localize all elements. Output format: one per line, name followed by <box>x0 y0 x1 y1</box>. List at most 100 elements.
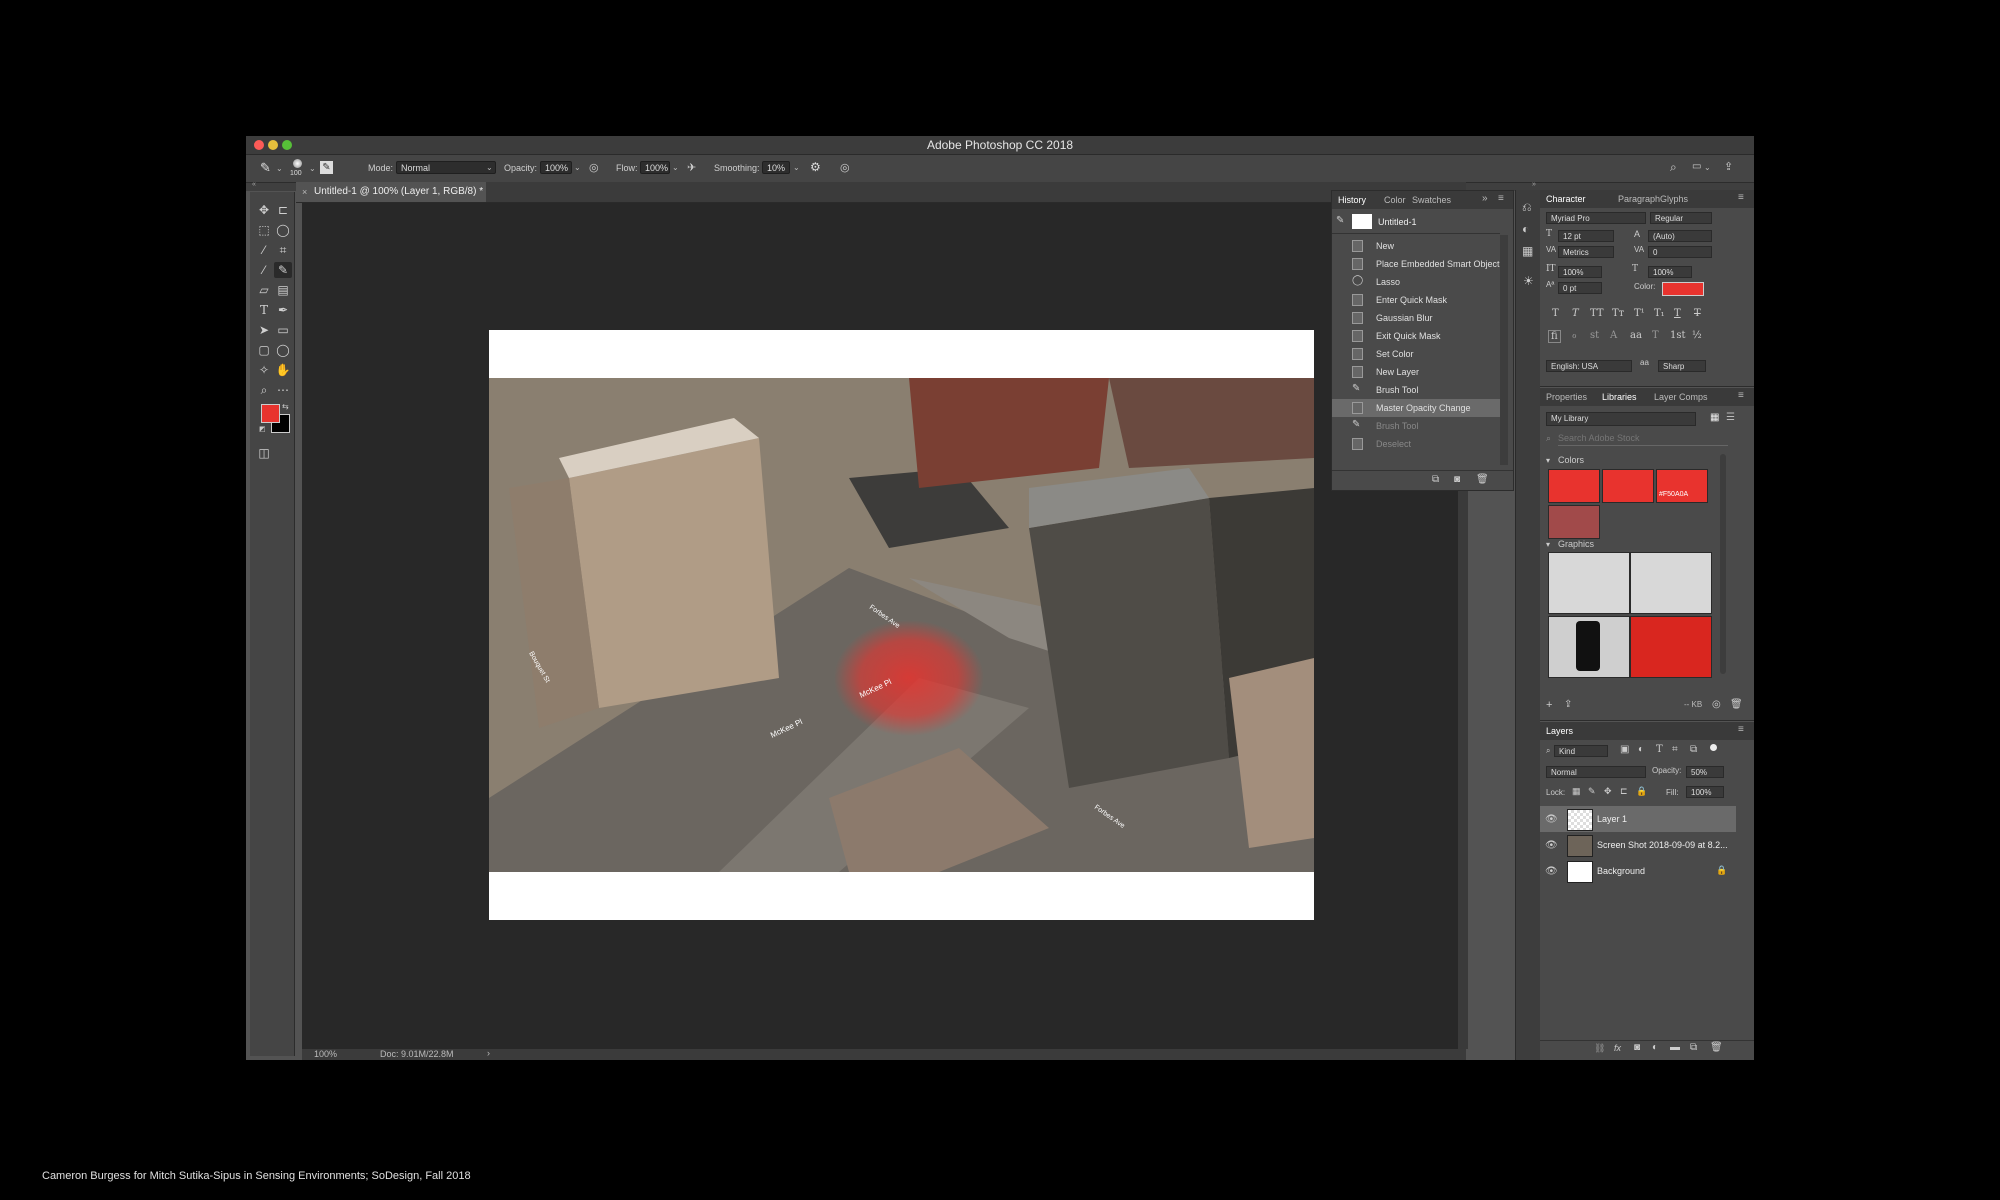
brush-settings-panel-icon[interactable]: ✎ <box>320 161 333 174</box>
history-state[interactable]: Exit Quick Mask <box>1332 327 1500 345</box>
new-layer-icon[interactable]: ⧉ <box>1690 1042 1697 1053</box>
library-color-swatch-4[interactable] <box>1548 505 1600 539</box>
tab-layer-comps[interactable]: Layer Comps <box>1654 392 1708 402</box>
tracking-select[interactable]: 0 <box>1648 246 1712 258</box>
baseline-shift-input[interactable]: 0 pt <box>1558 282 1602 294</box>
layer-opacity-input[interactable]: 50% <box>1686 766 1724 778</box>
filter-adjustment-icon[interactable]: ◐ <box>1638 744 1644 755</box>
filter-type-icon[interactable]: T <box>1656 744 1663 755</box>
subscript-icon[interactable]: T₁ <box>1654 308 1665 319</box>
layer-row[interactable]: 👁 Screen Shot 2018-09-09 at 8.2... <box>1540 832 1736 858</box>
stylistic-alternates-icon[interactable]: aa <box>1630 330 1642 341</box>
rounded-rectangle-tool-icon[interactable]: ▢ <box>255 342 273 358</box>
delete-library-item-icon[interactable]: 🗑 <box>1730 699 1743 710</box>
collapse-panel-icon[interactable]: » <box>1482 193 1488 204</box>
opacity-input[interactable]: 100% <box>540 161 572 174</box>
swatches-panel-icon[interactable]: ▦ <box>1522 244 1533 258</box>
layer-style-fx-icon[interactable]: fx <box>1614 1043 1621 1053</box>
tab-color[interactable]: Color <box>1384 195 1406 205</box>
library-color-swatch-3[interactable]: #F50A0A <box>1656 469 1708 503</box>
visibility-eye-icon[interactable]: 👁 <box>1545 840 1558 851</box>
flow-chevron-icon[interactable]: ⌄ <box>672 163 679 172</box>
pressure-opacity-icon[interactable]: ◎ <box>589 161 599 174</box>
strikethrough-icon[interactable]: T <box>1694 308 1701 319</box>
lock-transparent-icon[interactable]: ▦ <box>1572 786 1581 797</box>
antialias-select[interactable]: Sharp <box>1658 360 1706 372</box>
faux-bold-icon[interactable]: T <box>1552 308 1559 319</box>
quick-mask-icon[interactable]: ◫ <box>255 445 273 461</box>
brush-picker-chevron-icon[interactable]: ⌄ <box>309 164 316 173</box>
canvas-area[interactable]: McKee Pl McKee Pl Forbes Ave Forbes Ave … <box>302 203 1458 1049</box>
add-mask-icon[interactable]: ◙ <box>1634 1042 1640 1053</box>
zoom-level[interactable]: 100% <box>314 1049 337 1059</box>
layer-row[interactable]: 👁 Background 🔒 <box>1540 858 1736 884</box>
underline-icon[interactable]: T <box>1674 308 1681 319</box>
font-family-select[interactable]: Myriad Pro <box>1546 212 1646 224</box>
tab-properties[interactable]: Properties <box>1546 392 1587 402</box>
flow-input[interactable]: 100% <box>640 161 670 174</box>
history-state[interactable]: Enter Quick Mask <box>1332 291 1500 309</box>
add-content-icon[interactable]: + <box>1546 699 1552 711</box>
more-tools-icon[interactable]: ⋯ <box>274 382 292 398</box>
small-caps-icon[interactable]: Tт <box>1612 308 1624 319</box>
brush-tool-icon[interactable]: ✎ <box>274 262 292 278</box>
workspace-chevron-icon[interactable]: ⌄ <box>1704 163 1711 172</box>
path-selection-tool-icon[interactable]: ➤ <box>255 322 273 338</box>
history-state[interactable]: ✎ Brush Tool <box>1332 417 1500 435</box>
brush-preset-picker[interactable]: 100 <box>290 158 306 177</box>
filter-toggle-icon[interactable] <box>1710 744 1717 751</box>
library-color-swatch-2[interactable] <box>1602 469 1654 503</box>
tab-paragraph[interactable]: Paragraph <box>1618 194 1660 204</box>
eraser-tool-icon[interactable]: ▱ <box>255 282 273 298</box>
library-color-swatch-1[interactable] <box>1548 469 1600 503</box>
colors-collapse-icon[interactable]: ▾ <box>1546 456 1550 465</box>
swash-icon[interactable]: A <box>1610 330 1617 341</box>
lock-position-icon[interactable]: ✥ <box>1604 786 1612 797</box>
history-state[interactable]: New <box>1332 237 1500 255</box>
delete-state-trash-icon[interactable]: 🗑 <box>1476 474 1489 485</box>
foreground-color-swatch[interactable] <box>261 404 280 423</box>
filter-pixel-icon[interactable]: ▣ <box>1620 744 1629 755</box>
creative-cloud-icon[interactable]: ◎ <box>1712 699 1721 710</box>
swap-colors-icon[interactable]: ⇆ <box>282 402 289 411</box>
document-canvas[interactable]: McKee Pl McKee Pl Forbes Ave Forbes Ave … <box>489 330 1314 920</box>
filter-shape-icon[interactable]: ⌗ <box>1672 744 1678 755</box>
upload-icon[interactable]: ⇪ <box>1564 699 1572 710</box>
color-panel-icon[interactable]: ◐ <box>1522 222 1529 236</box>
history-state[interactable]: Gaussian Blur <box>1332 309 1500 327</box>
quick-selection-tool-icon[interactable]: ⁄ <box>255 242 273 258</box>
eyedropper-tool-icon[interactable]: ⁄ <box>255 262 273 278</box>
lock-artboard-icon[interactable]: ⊏ <box>1620 786 1628 797</box>
pressure-size-icon[interactable]: ◎ <box>840 161 850 174</box>
status-menu-chevron-icon[interactable]: › <box>487 1048 490 1058</box>
new-group-folder-icon[interactable]: ▬ <box>1670 1042 1680 1053</box>
default-colors-icon[interactable]: ◩ <box>259 425 266 433</box>
text-color-swatch[interactable] <box>1662 282 1704 296</box>
link-layers-icon[interactable]: ⛓ <box>1594 1043 1605 1054</box>
history-state[interactable]: Deselect <box>1332 435 1500 453</box>
tab-libraries[interactable]: Libraries <box>1602 392 1637 402</box>
ellipse-tool-icon[interactable]: ◯ <box>274 342 292 358</box>
history-snapshot[interactable]: ✎ Untitled-1 <box>1332 211 1500 234</box>
tool-preset-chevron-icon[interactable]: ⌄ <box>276 164 283 173</box>
libraries-scrollbar[interactable] <box>1720 454 1726 674</box>
smoothing-input[interactable]: 10% <box>762 161 790 174</box>
visibility-eye-icon[interactable]: 👁 <box>1545 866 1558 877</box>
leading-input[interactable]: (Auto) <box>1648 230 1712 242</box>
ligatures-icon[interactable]: fi <box>1548 330 1561 343</box>
layer-row[interactable]: 👁 Layer 1 <box>1540 806 1736 832</box>
faux-italic-icon[interactable]: T <box>1572 308 1579 319</box>
contextual-alternates-icon[interactable]: ℴ <box>1572 330 1577 341</box>
library-graphic-red-pattern[interactable] <box>1630 616 1712 678</box>
adjustment-layer-icon[interactable]: ◐ <box>1652 1042 1658 1053</box>
list-view-icon[interactable]: ☰ <box>1726 412 1735 423</box>
vertical-scale-input[interactable]: 100% <box>1558 266 1602 278</box>
graphics-collapse-icon[interactable]: ▾ <box>1546 540 1550 549</box>
lasso-tool-icon[interactable]: ◯ <box>274 222 292 238</box>
all-caps-icon[interactable]: TT <box>1590 308 1604 319</box>
tab-swatches[interactable]: Swatches <box>1412 195 1451 205</box>
close-tab-icon[interactable]: × <box>302 182 307 202</box>
ordinals-icon[interactable]: 1st <box>1670 330 1686 341</box>
history-state[interactable]: Place Embedded Smart Object <box>1332 255 1500 273</box>
airbrush-icon[interactable]: ✈ <box>687 161 696 174</box>
